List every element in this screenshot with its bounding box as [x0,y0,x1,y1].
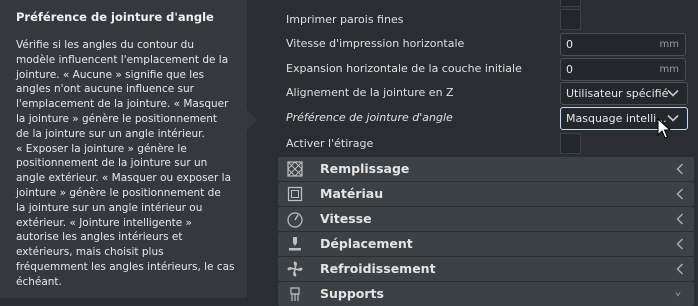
tooltip-line: « Exposer la jointure » génère le [16,142,187,155]
category-label: Remplissage [320,161,410,176]
chevron-left-icon [676,238,684,250]
speed-icon [287,212,303,228]
tooltip-line: jointure. « Aucune » signifie que les [16,68,205,81]
tooltip-line: la jointure » génère le positionnement [16,112,218,125]
horizontal-print-speed-input[interactable]: 0 mm [560,33,686,56]
infill-icon [287,161,303,177]
tooltip-line: fréquemment les angles intérieurs, le ca… [16,260,235,273]
category-support[interactable]: Supports [278,282,694,306]
category-travel[interactable]: Déplacement [278,232,694,256]
setting-label: Préférence de jointure d'angle [286,111,453,124]
tooltip-line: jointure » génère le positionnement de [16,186,221,199]
mouse-cursor-icon [657,118,671,139]
category-label: Supports [320,286,384,301]
setting-row-z-seam-alignment: Alignement de la jointure en Z Utilisate… [258,81,698,106]
setting-label: Expansion horizontale de la couche initi… [286,62,522,75]
dropdown-value: Masquage intelli... [566,112,667,125]
support-icon [290,287,300,301]
chevron-left-icon [676,263,684,275]
material-icon [287,186,303,202]
category-label: Déplacement [320,236,413,251]
chevron-left-icon [676,188,684,200]
tooltip-pointer [247,110,257,130]
tooltip-line: extérieur. « Jointure intelligente » [16,216,192,229]
setting-label: Alignement de la jointure en Z [286,86,454,99]
settings-panel: Imprimer parois fines Vitesse d'impressi… [258,0,698,306]
enable-stretching-checkbox[interactable] [560,133,581,154]
setting-label: Vitesse d'impression horizontale [286,37,465,50]
setting-row-initial-layer-horizontal-expansion: Expansion horizontale de la couche initi… [258,57,698,82]
travel-icon [289,237,301,251]
initial-layer-horizontal-expansion-input[interactable]: 0 mm [560,58,686,81]
tooltip-line: angle extérieur. « Masquer ou exposer la [16,172,232,185]
z-seam-alignment-dropdown[interactable]: Utilisateur spécifié [560,82,688,105]
tooltip-line: la jointure sur un angle intérieur ou [16,201,203,214]
setting-row-print-thin-walls: Imprimer parois fines [258,8,698,33]
chevron-down-icon [667,89,679,97]
category-material[interactable]: Matériau [278,182,694,206]
category-label: Refroidissement [320,261,436,276]
previous-setting-checkbox[interactable] [560,0,581,7]
print-thin-walls-checkbox[interactable] [560,9,581,30]
tooltip-line: échéant. [16,275,62,288]
tooltip-description: Vérifie si les angles du contour du modè… [16,38,239,290]
field-value: 0 [566,38,573,51]
tooltip-line: positionnement de la jointure sur un [16,157,208,170]
chevron-left-icon [676,163,684,175]
tooltip-line: angles n'ont aucune influence sur [16,83,194,96]
category-cooling[interactable]: Refroidissement [278,257,694,281]
tooltip-title: Préférence de jointure d'angle [16,10,214,24]
cooling-icon [287,261,303,277]
setting-row-enable-stretching: Activer l'étirage [258,132,698,157]
tooltip-line: extérieurs, mais choisit plus [16,246,164,259]
chevron-left-icon [676,213,684,225]
tooltip-line: l'emplacement de la jointure. « Masquer [16,98,229,111]
field-unit: mm [659,39,679,50]
tooltip-line: modèle influencent l'emplacement de la [16,53,229,66]
category-infill[interactable]: Remplissage [278,157,694,181]
tooltip-line: de la jointure sur un angle intérieur. [16,127,205,140]
category-label: Matériau [320,186,384,201]
setting-row-seam-corner-preference: Préférence de jointure d'angle Masquage … [258,106,698,131]
setting-tooltip: Préférence de jointure d'angle Vérifie s… [0,0,247,298]
setting-label: Imprimer parois fines [286,13,404,26]
category-speed[interactable]: Vitesse [278,207,694,231]
dropdown-value: Utilisateur spécifié [566,87,669,100]
tooltip-line: autorise les angles intérieurs et [16,231,183,244]
tooltip-line: Vérifie si les angles du contour du [16,39,195,51]
field-unit: mm [659,64,679,75]
setting-row-horizontal-print-speed: Vitesse d'impression horizontale 0 mm [258,32,698,57]
setting-label: Activer l'étirage [286,137,374,150]
category-label: Vitesse [320,211,372,226]
field-value: 0 [566,63,573,76]
